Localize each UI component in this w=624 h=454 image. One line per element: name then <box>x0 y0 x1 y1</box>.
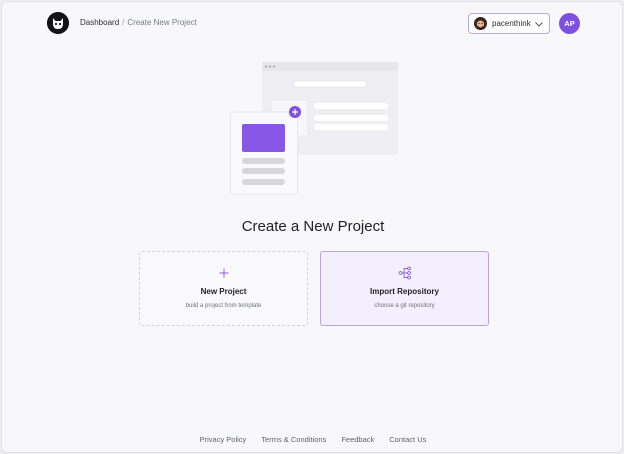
new-project-subtitle: build a project from template <box>185 303 262 309</box>
plus-icon <box>219 268 228 278</box>
import-repository-card[interactable]: Import Repository choose a git repositor… <box>320 251 489 326</box>
import-repository-subtitle: choose a git repository <box>374 303 435 309</box>
footer-link-contact-us[interactable]: Contact Us <box>389 435 426 444</box>
breadcrumb-dashboard-link[interactable]: Dashboard <box>80 18 119 27</box>
new-project-card[interactable]: New Project build a project from templat… <box>139 251 308 326</box>
account-avatar <box>474 17 487 30</box>
breadcrumb-current: Create New Project <box>127 18 197 27</box>
page-title: Create a New Project <box>241 218 385 235</box>
create-project-illustration <box>230 62 398 195</box>
user-avatar[interactable]: AP <box>559 13 580 34</box>
footer-link-terms[interactable]: Terms & Conditions <box>261 435 326 444</box>
chevron-down-icon <box>535 21 543 27</box>
account-switcher[interactable]: pacenthink <box>468 13 550 34</box>
footer-link-feedback[interactable]: Feedback <box>341 435 374 444</box>
git-branch-icon <box>398 266 411 280</box>
new-project-title: New Project <box>200 287 247 296</box>
footer: Privacy Policy Terms & Conditions Feedba… <box>2 435 622 444</box>
app-window: Dashboard / Create New Project pacenthink … <box>1 1 623 453</box>
import-repository-title: Import Repository <box>370 287 439 296</box>
breadcrumb: Dashboard / Create New Project <box>80 18 197 27</box>
footer-link-privacy-policy[interactable]: Privacy Policy <box>200 435 247 444</box>
account-username: pacenthink <box>492 19 531 28</box>
breadcrumb-separator: / <box>122 18 125 27</box>
logo-icon[interactable] <box>47 12 69 34</box>
